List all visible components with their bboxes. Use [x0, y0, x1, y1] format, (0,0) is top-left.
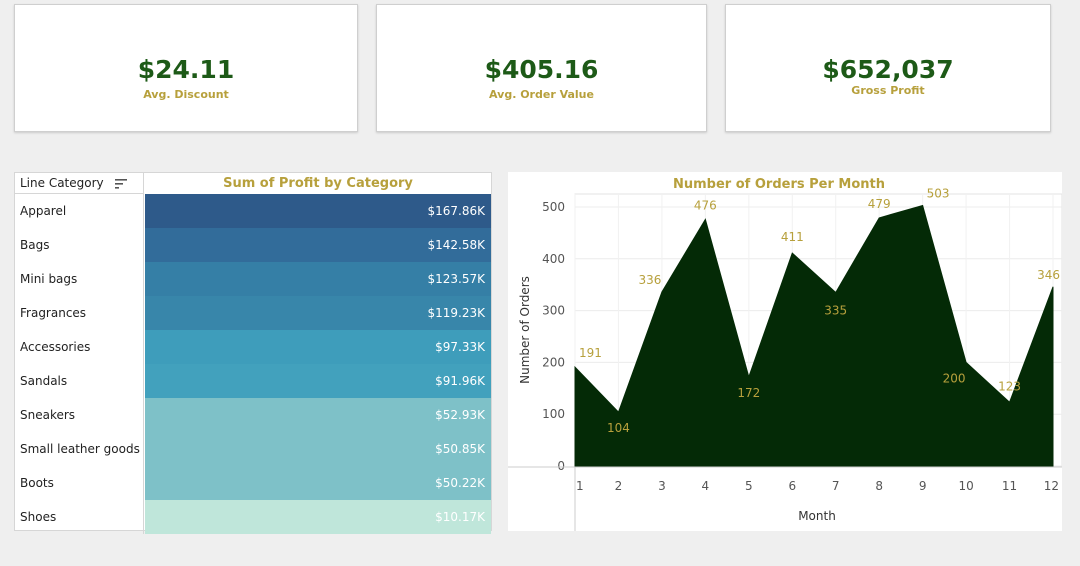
table-header: Line Category Sum of Profit by Category	[15, 173, 493, 195]
x-tick-label: 4	[702, 479, 710, 493]
x-tick-label: 7	[832, 479, 840, 493]
x-tick-label: 8	[875, 479, 883, 493]
row-profit-cell: $167.86K	[145, 194, 491, 228]
table-row[interactable]: Small leather goods $50.85K	[15, 432, 491, 466]
row-profit-cell: $10.17K	[145, 500, 491, 534]
sort-descending-icon[interactable]	[115, 179, 127, 189]
chart-title: Number of Orders Per Month	[673, 177, 885, 192]
row-profit-cell: $52.93K	[145, 398, 491, 432]
data-label: 191	[579, 346, 602, 360]
column-header-label: Line Category	[20, 176, 104, 190]
table-row[interactable]: Bags $142.58K	[15, 228, 491, 262]
kpi-card-avg-discount: $24.11 Avg. Discount	[14, 4, 358, 132]
table-row[interactable]: Accessories $97.33K	[15, 330, 491, 364]
kpi-label: Avg. Discount	[143, 88, 229, 101]
table-title: Sum of Profit by Category	[145, 173, 491, 195]
kpi-value: $405.16	[484, 55, 599, 84]
row-profit-cell: $91.96K	[145, 364, 491, 398]
x-tick-label: 10	[958, 479, 973, 493]
area-chart: Number of Orders Per Month 0 100 200 300 400 5…	[508, 177, 1062, 531]
data-label: 123	[998, 379, 1021, 393]
kpi-value: $652,037	[822, 55, 954, 84]
data-label: 411	[781, 230, 804, 244]
table-row[interactable]: Boots $50.22K	[15, 466, 491, 500]
data-label: 346	[1037, 268, 1060, 282]
y-axis-label: Number of Orders	[518, 276, 532, 384]
table-row[interactable]: Fragrances $119.23K	[15, 296, 491, 330]
profit-by-category-table: Line Category Sum of Profit by Category …	[14, 172, 493, 534]
kpi-label: Gross Profit	[851, 84, 925, 97]
data-label: 503	[927, 186, 950, 200]
table-row[interactable]: Sandals $91.96K	[15, 364, 491, 398]
row-category-label: Sandals	[15, 364, 144, 398]
row-profit-cell: $50.85K	[145, 432, 491, 466]
y-tick-label: 0	[557, 459, 565, 473]
data-label: 336	[638, 273, 661, 287]
x-tick-label: 6	[788, 479, 796, 493]
data-label: 479	[868, 197, 891, 211]
y-tick-label: 500	[542, 200, 565, 214]
row-profit-cell: $97.33K	[145, 330, 491, 364]
row-category-label: Small leather goods	[15, 432, 144, 466]
table-row[interactable]: Apparel $167.86K	[15, 194, 491, 228]
data-label: 476	[694, 198, 717, 212]
row-profit-cell: $123.57K	[145, 262, 491, 296]
x-tick-label: 12	[1044, 479, 1059, 493]
data-label: 104	[607, 421, 630, 435]
x-tick-label: 11	[1002, 479, 1017, 493]
row-category-label: Accessories	[15, 330, 144, 364]
row-profit-cell: $142.58K	[145, 228, 491, 262]
data-label: 335	[824, 303, 847, 317]
row-profit-cell: $119.23K	[145, 296, 491, 330]
y-tick-label: 100	[542, 407, 565, 421]
row-profit-cell: $50.22K	[145, 466, 491, 500]
kpi-card-avg-order-value: $405.16 Avg. Order Value	[376, 4, 707, 132]
x-axis-label: Month	[798, 509, 836, 523]
row-category-label: Bags	[15, 228, 144, 262]
table-row[interactable]: Sneakers $52.93K	[15, 398, 491, 432]
row-category-label: Shoes	[15, 500, 144, 534]
y-tick-label: 400	[542, 252, 565, 266]
row-category-label: Sneakers	[15, 398, 144, 432]
x-tick-label: 2	[615, 479, 623, 493]
x-tick-label: 3	[658, 479, 666, 493]
table-row[interactable]: Mini bags $123.57K	[15, 262, 491, 296]
row-category-label: Apparel	[15, 194, 144, 228]
column-header-line-category[interactable]: Line Category	[15, 173, 144, 194]
kpi-label: Avg. Order Value	[489, 88, 594, 101]
y-tick-label: 300	[542, 304, 565, 318]
orders-per-month-chart: Number of Orders Per Month 0 100 200 300 400 5…	[508, 172, 1062, 531]
kpi-card-gross-profit: $652,037 Gross Profit	[725, 4, 1051, 132]
data-label: 172	[737, 386, 760, 400]
x-tick-label: 9	[919, 479, 927, 493]
row-category-label: Boots	[15, 466, 144, 500]
row-category-label: Mini bags	[15, 262, 144, 296]
y-tick-label: 200	[542, 355, 565, 369]
table-row[interactable]: Shoes $10.17K	[15, 500, 491, 534]
data-label: 200	[943, 371, 966, 385]
x-tick-label: 5	[745, 479, 753, 493]
x-tick-label: 1	[576, 479, 584, 493]
row-category-label: Fragrances	[15, 296, 144, 330]
kpi-value: $24.11	[137, 55, 235, 84]
